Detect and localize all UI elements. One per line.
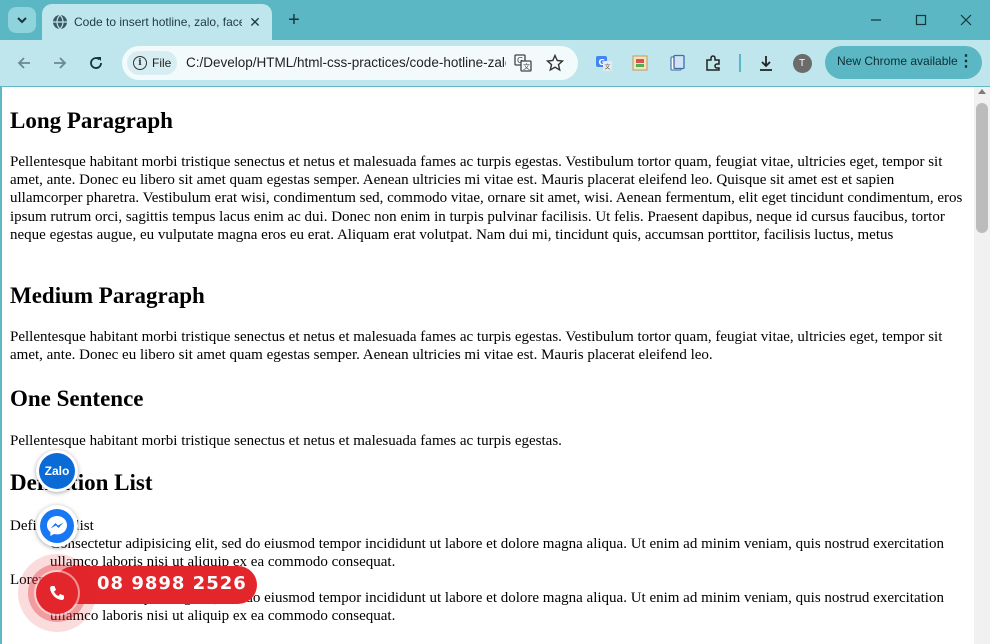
google-translate-extension-icon[interactable]: G文	[594, 53, 614, 73]
back-button[interactable]	[12, 51, 36, 75]
arrow-right-icon	[54, 57, 67, 69]
translate-icon[interactable]: G文	[514, 54, 532, 72]
arrow-left-icon	[17, 57, 30, 69]
minimize-button[interactable]	[856, 8, 896, 32]
coupon-extension-icon[interactable]	[630, 53, 650, 73]
heading-definition-list: Definition List	[10, 470, 153, 495]
chrome-update-button[interactable]: New Chrome available ⋮	[825, 46, 982, 79]
chevron-down-icon	[17, 17, 27, 24]
close-window-button[interactable]	[946, 8, 986, 32]
tab-title: Code to insert hotline, zalo, facebook	[74, 15, 242, 29]
long-paragraph: Pellentesque habitant morbi tristique se…	[10, 154, 963, 243]
active-tab[interactable]: Code to insert hotline, zalo, facebook ✕	[42, 4, 272, 40]
profile-avatar[interactable]: T	[792, 53, 812, 73]
downloads-icon[interactable]	[756, 53, 776, 73]
toolbar-divider	[739, 54, 741, 72]
url-text[interactable]: C:/Develop/HTML/html-css-practices/code-…	[186, 54, 506, 72]
svg-text:文: 文	[523, 62, 530, 71]
medium-paragraph: Pellentesque habitant morbi tristique se…	[10, 329, 943, 364]
maximize-icon	[915, 14, 927, 26]
zalo-button[interactable]: Zalo	[36, 450, 78, 492]
messenger-button[interactable]	[36, 505, 78, 547]
address-bar[interactable]: i File C:/Develop/HTML/html-css-practice…	[122, 46, 578, 80]
globe-icon	[53, 14, 67, 30]
heading-medium-paragraph: Medium Paragraph	[10, 283, 205, 308]
new-tab-button[interactable]: +	[282, 8, 306, 32]
more-menu-icon[interactable]: ⋮	[958, 52, 974, 72]
reload-icon	[90, 57, 102, 69]
update-label: New Chrome available	[837, 54, 958, 68]
call-button[interactable]	[36, 572, 78, 614]
phone-icon	[50, 586, 64, 600]
info-icon: i	[133, 56, 147, 70]
site-info-chip[interactable]: i File	[127, 51, 177, 75]
tab-strip: Code to insert hotline, zalo, facebook ✕…	[0, 0, 990, 40]
minimize-icon	[871, 19, 881, 21]
hotline-number[interactable]: 08 9898 2526	[97, 573, 247, 594]
heading-long-paragraph: Long Paragraph	[10, 108, 173, 133]
tab-close-icon[interactable]: ✕	[246, 13, 264, 31]
tab-search-button[interactable]	[8, 7, 36, 33]
bookmark-star-icon[interactable]	[546, 54, 564, 72]
svg-text:文: 文	[605, 63, 611, 71]
scroll-up-arrow-icon[interactable]	[978, 89, 986, 94]
page-viewport: Long Paragraph Pellentesque habitant mor…	[2, 87, 974, 644]
clipboard-extension-icon[interactable]	[667, 53, 687, 73]
close-icon	[960, 14, 972, 26]
heading-one-sentence: One Sentence	[10, 386, 144, 411]
extensions-puzzle-icon[interactable]	[703, 53, 723, 73]
vertical-scrollbar[interactable]	[974, 87, 990, 644]
one-sentence-paragraph: Pellentesque habitant morbi tristique se…	[10, 433, 562, 449]
chip-label: File	[152, 56, 172, 70]
messenger-icon	[40, 509, 74, 543]
avatar-initial: T	[792, 53, 812, 73]
reload-button[interactable]	[84, 51, 108, 75]
scroll-thumb[interactable]	[976, 103, 988, 233]
zalo-icon: Zalo	[39, 453, 75, 489]
maximize-button[interactable]	[901, 8, 941, 32]
browser-toolbar: i File C:/Develop/HTML/html-css-practice…	[0, 40, 990, 86]
forward-button[interactable]	[48, 51, 72, 75]
